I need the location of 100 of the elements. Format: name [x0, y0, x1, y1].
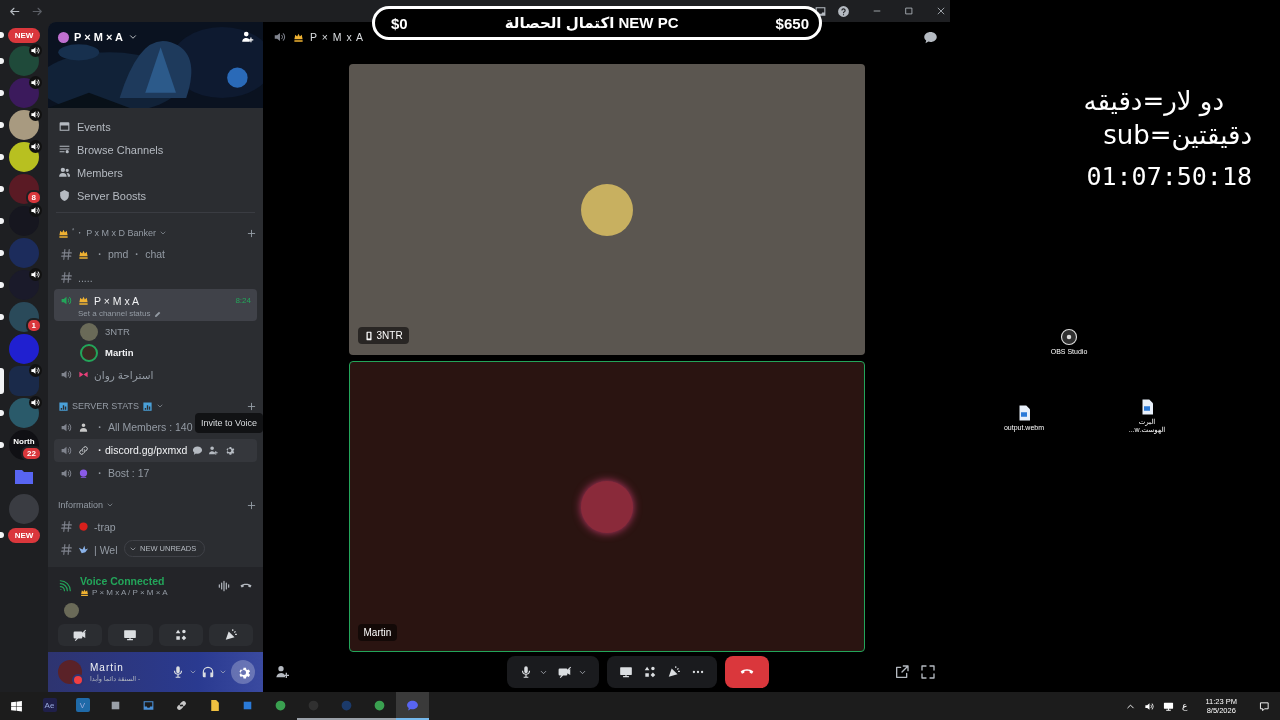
member-name[interactable]: 3NTR [105, 326, 130, 337]
input-language[interactable]: ع [1182, 701, 1188, 711]
channel-item[interactable]: | Wel [54, 538, 124, 561]
notification-icon[interactable] [1259, 700, 1270, 712]
soundboard-button[interactable] [208, 624, 253, 646]
plus-icon[interactable] [246, 400, 257, 412]
plus-icon[interactable] [246, 499, 257, 511]
server-icon[interactable] [9, 206, 39, 236]
help-icon[interactable] [837, 4, 850, 18]
invite-icon[interactable] [208, 445, 220, 456]
headphones-icon[interactable] [201, 665, 215, 679]
shapes-icon[interactable] [642, 665, 657, 679]
channel-name: ・ pmd ・ chat [94, 247, 166, 262]
chevron-icon[interactable] [159, 229, 167, 237]
goal-start: $0 [391, 14, 408, 32]
goal-end: $650 [775, 14, 809, 32]
chat-icon[interactable] [923, 29, 938, 45]
activities-button[interactable] [158, 624, 203, 646]
menu-icon [58, 120, 71, 133]
participant-name: 3NTR [376, 330, 403, 341]
screen-share-button[interactable] [108, 624, 153, 646]
chat-icon[interactable] [192, 445, 204, 456]
close-icon[interactable] [936, 6, 946, 16]
server-icon[interactable] [9, 46, 39, 76]
chevron-icon[interactable] [156, 402, 165, 410]
server-icon[interactable] [9, 398, 39, 428]
channel-item[interactable]: P × M x A 8:24 Set a channel status [54, 289, 257, 321]
server-icon[interactable] [9, 142, 39, 172]
settings-icon[interactable] [224, 445, 236, 456]
countdown-timer: 01:07:50:18 [1086, 162, 1252, 191]
screen-icon[interactable] [618, 665, 633, 679]
overlay-text: دو لار=دقيقه [1083, 86, 1224, 116]
server-icon[interactable] [9, 78, 39, 108]
chevron-icon[interactable] [189, 668, 197, 676]
chevron-icon[interactable] [106, 501, 115, 509]
chevron-icon[interactable] [219, 668, 227, 676]
app-icon [208, 698, 221, 712]
voice-channel-path[interactable]: P × M x A / P × M × A [92, 588, 168, 597]
server-name[interactable]: P × M × A [74, 31, 123, 43]
user-avatar[interactable] [58, 660, 82, 684]
member-name[interactable]: Martin [105, 347, 134, 358]
emoji-icon [80, 588, 89, 597]
speaker-icon [60, 368, 73, 381]
menu-icon [58, 166, 71, 179]
voice-status[interactable]: Voice Connected [80, 575, 209, 587]
volume-icon[interactable] [1144, 700, 1156, 712]
video-tile[interactable]: Martin [348, 361, 865, 652]
channel-item[interactable]: ・ Bost : 17 [54, 462, 156, 485]
emoji-icon [293, 31, 304, 43]
mic-icon[interactable] [171, 665, 185, 679]
channel-title: P × M x A [310, 31, 365, 43]
settings-button[interactable] [231, 660, 255, 684]
channel-item[interactable]: ・ pmd ・ chat [54, 243, 172, 266]
category-name[interactable]: Information [58, 500, 104, 510]
popout-icon[interactable] [894, 664, 910, 680]
video-tile[interactable]: 3NTR [348, 64, 865, 355]
channel-name: P × M x A [94, 294, 140, 307]
waveform-icon[interactable] [217, 579, 231, 593]
signal-icon [58, 579, 72, 593]
plus-icon[interactable] [246, 227, 257, 239]
network-icon[interactable] [1163, 700, 1175, 712]
channel-name: ..... [78, 271, 93, 284]
fullscreen-icon[interactable] [920, 664, 936, 680]
taskbar-app[interactable] [396, 692, 429, 720]
server-icon[interactable] [9, 270, 39, 300]
speaker-icon [60, 294, 73, 307]
app-icon: V [75, 698, 90, 712]
camera-off-icon[interactable] [557, 665, 572, 679]
channel-item[interactable]: -trap [54, 515, 122, 538]
camera-button[interactable] [58, 624, 103, 646]
menu-item[interactable]: Server Boosts [58, 187, 247, 204]
channel-name: -trap [94, 520, 116, 533]
app-icon [142, 698, 155, 712]
taskbar-app[interactable]: Ae [33, 692, 66, 720]
channel-item[interactable]: ..... [54, 266, 99, 289]
hash-icon [60, 543, 73, 556]
menu-item[interactable]: Browse Channels [58, 141, 247, 158]
server-icon[interactable] [9, 110, 39, 140]
end-call-button[interactable] [724, 656, 769, 688]
channel-status[interactable]: Set a channel status [78, 309, 151, 318]
goal-label: اكتمال الحصالة NEW PC [504, 14, 679, 32]
channel-item[interactable]: استراحة روان [54, 363, 160, 386]
mention-count: 22 [21, 446, 42, 461]
menu-item[interactable]: Members [58, 164, 247, 181]
party-horn-icon[interactable] [666, 665, 681, 679]
camera-off-icon [73, 628, 88, 642]
category-name[interactable]: ٴ・ P x M x D Banker [72, 226, 156, 240]
chevron-icon[interactable] [127, 32, 138, 42]
channel-name: ・ Bost : 17 [94, 466, 150, 481]
menu-item[interactable]: Events [58, 118, 247, 135]
tooltip: Invite to Voice [194, 413, 263, 433]
speaker-icon [60, 444, 73, 457]
pencil-icon[interactable] [153, 309, 162, 318]
new-badge: NEW [7, 527, 41, 543]
invite-icon[interactable] [241, 30, 255, 44]
server-icon[interactable] [9, 366, 39, 396]
invite-icon[interactable] [275, 664, 291, 680]
participant-name: Martin [363, 627, 392, 638]
category-name[interactable]: SERVER STATS [72, 401, 140, 411]
maximize-icon[interactable] [904, 6, 914, 16]
